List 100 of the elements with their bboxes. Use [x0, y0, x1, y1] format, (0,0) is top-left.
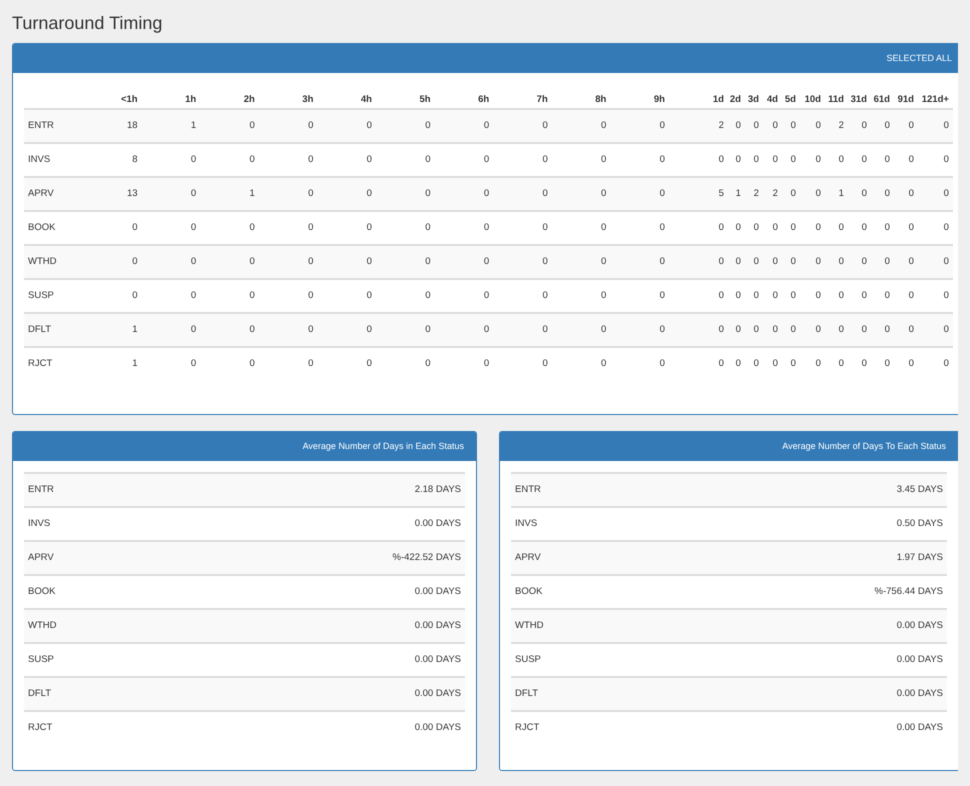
count-cell: 0: [824, 211, 848, 245]
count-cell: 0: [870, 109, 894, 143]
count-cell: 0: [146, 211, 204, 245]
count-cell: 0: [438, 109, 498, 143]
count-cell: 0: [800, 347, 825, 381]
count-cell: 0: [782, 177, 800, 211]
column-header: 121d+: [918, 93, 953, 109]
column-header: 10d: [800, 93, 825, 109]
count-cell: 0: [672, 347, 728, 381]
count-cell: 0: [87, 245, 146, 279]
column-header: 4d: [762, 93, 782, 109]
count-cell: 0: [204, 143, 263, 177]
count-cell: 0: [894, 347, 918, 381]
count-cell: 0: [262, 143, 322, 177]
count-cell: 0: [321, 177, 380, 211]
count-cell: 0: [918, 279, 953, 313]
panel-title: Average Number of Days in Each Status: [302, 440, 464, 453]
count-cell: 0: [848, 177, 871, 211]
count-cell: 0: [262, 245, 322, 279]
count-cell: 0: [744, 143, 763, 177]
days-value: 0.00 DAYS: [896, 618, 943, 633]
status-label: APRV: [28, 550, 54, 565]
count-cell: 0: [614, 313, 673, 347]
count-cell: 0: [556, 245, 614, 279]
status-label: WTHD: [515, 618, 544, 633]
count-cell: 0: [762, 279, 782, 313]
count-cell: 2: [744, 177, 763, 211]
status-label: RJCT: [28, 720, 52, 735]
count-cell: 0: [497, 211, 556, 245]
status-label: BOOK: [515, 584, 542, 599]
count-cell: 1: [824, 177, 848, 211]
count-cell: 1: [204, 177, 263, 211]
count-cell: 0: [380, 245, 439, 279]
count-cell: 0: [870, 143, 894, 177]
count-cell: 0: [800, 279, 825, 313]
count-cell: 0: [438, 347, 498, 381]
status-cell: WTHD: [24, 245, 87, 279]
count-cell: 0: [870, 279, 894, 313]
count-cell: 0: [782, 245, 800, 279]
days-value: 0.00 DAYS: [414, 584, 461, 599]
count-cell: 18: [87, 109, 146, 143]
days-value: 0.00 DAYS: [414, 686, 461, 701]
count-cell: 0: [848, 347, 871, 381]
count-cell: 0: [614, 143, 673, 177]
count-cell: 5: [672, 177, 728, 211]
count-cell: 0: [728, 279, 745, 313]
count-cell: 0: [728, 313, 745, 347]
count-cell: 0: [782, 279, 800, 313]
count-cell: 0: [782, 313, 800, 347]
page-title: Turnaround Timing: [11, 12, 164, 35]
column-header: 1h: [146, 93, 204, 109]
count-cell: 0: [744, 109, 763, 143]
count-cell: 0: [204, 211, 263, 245]
count-cell: 1: [728, 177, 745, 211]
status-label: RJCT: [515, 720, 540, 735]
count-cell: 0: [824, 245, 848, 279]
count-cell: 0: [728, 347, 745, 381]
count-cell: 0: [262, 347, 322, 381]
days-value: 0.50 DAYS: [896, 516, 943, 531]
count-cell: 0: [918, 109, 953, 143]
days-value: 0.00 DAYS: [896, 720, 943, 735]
count-cell: 0: [321, 245, 380, 279]
days-value: 3.45 DAYS: [896, 482, 943, 497]
count-cell: 0: [744, 245, 763, 279]
count-cell: 0: [782, 109, 800, 143]
days-value: 0.00 DAYS: [414, 652, 461, 667]
count-cell: 2: [672, 109, 728, 143]
status-label: WTHD: [28, 618, 56, 633]
count-cell: 0: [556, 109, 614, 143]
column-header: 3d: [744, 93, 763, 109]
count-cell: 0: [146, 347, 204, 381]
count-cell: 0: [782, 347, 800, 381]
count-cell: 0: [782, 211, 800, 245]
status-cell: APRV: [24, 177, 87, 211]
count-cell: 0: [672, 143, 728, 177]
count-cell: 0: [800, 245, 825, 279]
count-cell: 0: [762, 211, 782, 245]
count-cell: 0: [262, 279, 322, 313]
count-cell: 0: [918, 245, 953, 279]
count-cell: 0: [497, 177, 556, 211]
count-cell: 0: [894, 177, 918, 211]
status-label: INVS: [28, 516, 50, 531]
days-value: 1.97 DAYS: [896, 550, 943, 565]
count-cell: 0: [87, 211, 146, 245]
count-cell: 0: [614, 211, 673, 245]
count-cell: 0: [556, 313, 614, 347]
status-cell: DFLT: [24, 313, 87, 347]
count-cell: 0: [800, 313, 825, 347]
count-cell: 0: [438, 313, 498, 347]
count-cell: 0: [728, 211, 745, 245]
days-value: %-756.44 DAYS: [874, 584, 943, 599]
column-header: 31d: [848, 93, 871, 109]
column-header: 91d: [894, 93, 918, 109]
count-cell: 0: [556, 143, 614, 177]
column-header: 6h: [438, 93, 498, 109]
count-cell: 0: [614, 279, 673, 313]
count-cell: 0: [556, 347, 614, 381]
status-label: SUSP: [28, 652, 54, 667]
count-cell: 0: [380, 177, 439, 211]
count-cell: 0: [146, 313, 204, 347]
